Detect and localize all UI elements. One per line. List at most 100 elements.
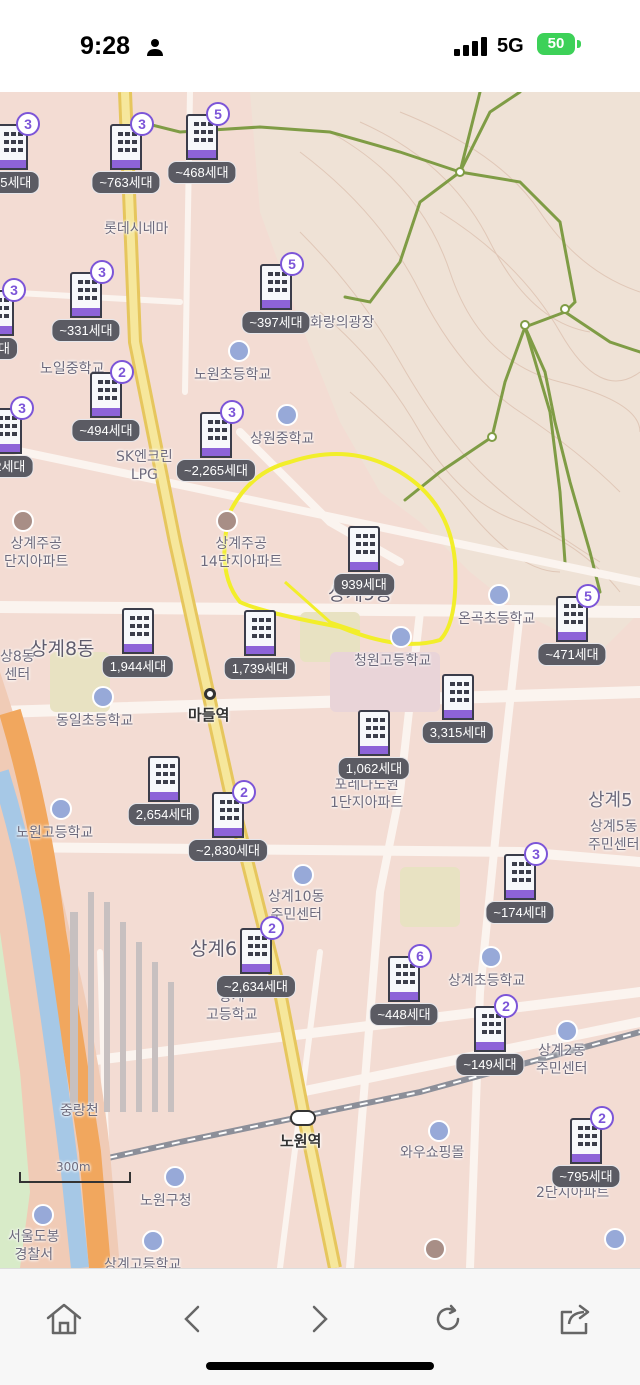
apartment-complex-marker[interactable]: 5 ~471세대 — [537, 584, 607, 676]
station-label-nowon[interactable]: 노원역 — [280, 1132, 321, 1150]
home-button[interactable] — [42, 1299, 86, 1339]
shopping-icon — [428, 1120, 450, 1142]
place-sanggye-14[interactable]: 상계주공 14단지아파트 — [200, 535, 282, 571]
apartment-complex-marker[interactable]: 2,654세대 — [127, 756, 201, 836]
place-sanggye-high-bottom[interactable]: 상계고등학교 — [104, 1256, 181, 1268]
building-icon — [348, 526, 380, 564]
complex-count-badge: 5 — [576, 584, 600, 608]
chevron-left-icon — [184, 1305, 200, 1333]
complex-count-badge: 2 — [110, 360, 134, 384]
back-button[interactable] — [170, 1299, 214, 1339]
household-count-label: 3,315세대 — [421, 721, 495, 744]
household-count-label: 세대 — [0, 337, 18, 360]
school-icon — [488, 584, 510, 606]
apartment-complex-marker[interactable]: 3 ~763세대 — [91, 112, 161, 204]
household-count-label: ~763세대 — [91, 171, 161, 194]
building-base — [70, 308, 102, 318]
chevron-right-icon — [312, 1305, 328, 1333]
district-label-sanggye8: 상계8동 — [30, 638, 95, 660]
forward-button[interactable] — [298, 1299, 342, 1339]
apartment-complex-marker[interactable]: 3 ~331세대 — [51, 260, 121, 352]
complex-count-badge: 3 — [524, 842, 548, 866]
building-base — [0, 160, 28, 170]
apartment-icon — [12, 510, 34, 532]
complex-count-badge: 3 — [90, 260, 114, 284]
apartment-complex-marker[interactable]: 3 세대 — [0, 278, 26, 370]
place-police[interactable]: 서울도봉 경찰서 — [8, 1228, 60, 1264]
building-base — [122, 644, 154, 654]
apartment-icon — [216, 510, 238, 532]
building-base — [474, 1042, 506, 1052]
office-icon — [164, 1166, 186, 1188]
station-marker-madeul[interactable] — [204, 688, 216, 700]
place-sanggye-left[interactable]: 상계주공 단지아파트 — [4, 535, 68, 571]
household-count-label: ~2,265세대 — [175, 459, 257, 482]
apartment-complex-marker[interactable]: 3,315세대 — [421, 674, 495, 754]
apartment-complex-marker[interactable]: 2 ~795세대 — [551, 1106, 621, 1198]
apartment-complex-marker[interactable]: 1,944세대 — [101, 608, 175, 688]
apartment-complex-marker[interactable]: 5 ~397세대 — [241, 252, 311, 344]
complex-count-badge: 2 — [232, 780, 256, 804]
apartment-icon — [424, 1238, 446, 1260]
place-sk-lpg[interactable]: SK엔크린 LPG — [116, 448, 173, 484]
complex-count-badge: 3 — [130, 112, 154, 136]
apartment-complex-marker[interactable]: 1,062세대 — [337, 710, 411, 790]
building-base — [358, 746, 390, 756]
building-base — [240, 964, 272, 974]
place-nowon-office[interactable]: 노원구청 — [140, 1192, 192, 1210]
place-sangwon-middle[interactable]: 상원중학교 — [250, 430, 314, 448]
household-count-label: 2,654세대 — [127, 803, 201, 826]
apartment-complex-marker[interactable]: 3 ~174세대 — [485, 842, 555, 934]
signal-icon — [454, 37, 487, 56]
building-base — [260, 300, 292, 310]
place-jungnangcheon[interactable]: 중랑천 — [60, 1102, 99, 1120]
share-button[interactable] — [554, 1299, 598, 1339]
network-type: 5G — [497, 35, 524, 57]
home-indicator — [206, 1362, 434, 1370]
apartment-complex-marker[interactable]: 2 ~2,634세대 — [215, 916, 297, 1008]
place-wow-mall[interactable]: 와우쇼핑몰 — [400, 1144, 464, 1162]
household-count-label: ~331세대 — [51, 319, 121, 342]
complex-count-badge: 3 — [2, 278, 26, 302]
apartment-complex-marker[interactable]: 3 ~5세대 — [0, 112, 40, 204]
building-icon — [148, 756, 180, 794]
place-sanggye2-center[interactable]: 상계2동 주민센터 — [536, 1042, 588, 1078]
place-dongil-elem[interactable]: 동일초등학교 — [56, 712, 133, 730]
apartment-complex-marker[interactable]: 2 ~494세대 — [71, 360, 141, 452]
apartment-complex-marker[interactable]: 939세대 — [333, 526, 395, 606]
complex-count-badge: 3 — [220, 400, 244, 424]
person-icon — [147, 39, 163, 56]
apartment-complex-marker[interactable]: 2 ~2,830세대 — [187, 780, 269, 872]
building-base — [244, 646, 276, 656]
place-sanggye5-center[interactable]: 상계5동 주민센터 — [588, 818, 640, 854]
building-base — [504, 890, 536, 900]
apartment-complex-marker[interactable]: 5 ~468세대 — [167, 102, 237, 194]
place-sanggye8-center[interactable]: 상8동 센터 — [0, 648, 35, 684]
apartment-complex-marker[interactable]: 1,739세대 — [223, 610, 297, 690]
school-icon — [480, 946, 502, 968]
place-nowon-high[interactable]: 노원고등학교 — [16, 824, 93, 842]
share-icon — [560, 1304, 590, 1335]
apartment-complex-marker[interactable]: 3 ~2세대 — [0, 396, 34, 488]
school-icon — [50, 798, 72, 820]
place-eungok-elem[interactable]: 온곡초등학교 — [458, 610, 535, 628]
place-plaza[interactable]: 화랑의광장 — [310, 314, 374, 332]
school-icon — [228, 340, 250, 362]
building-icon — [358, 710, 390, 748]
district-label-sanggye5: 상계5 — [588, 790, 633, 811]
place-cheongwon-high[interactable]: 청원고등학교 — [354, 652, 431, 670]
place-sanggye-elem[interactable]: 상계초등학교 — [448, 972, 525, 990]
apartment-complex-marker[interactable]: 6 ~448세대 — [369, 944, 439, 1036]
map-view[interactable]: 상계8동 상계9동 상계6 마들역 노원역 롯데시네마 화랑의광장 노일중학교 … — [0, 92, 640, 1268]
station-marker-nowon[interactable] — [290, 1110, 316, 1126]
place-nowon-elem[interactable]: 노원초등학교 — [194, 366, 271, 384]
apartment-complex-marker[interactable]: 2 ~149세대 — [455, 994, 525, 1086]
place-lotte-cinema[interactable]: 롯데시네마 — [104, 220, 168, 238]
school-icon — [142, 1230, 164, 1252]
household-count-label: ~397세대 — [241, 311, 311, 334]
reload-button[interactable] — [426, 1299, 470, 1339]
complex-count-badge: 2 — [494, 994, 518, 1018]
apartment-complex-marker[interactable]: 3 ~2,265세대 — [175, 400, 257, 492]
station-label-madeul[interactable]: 마들역 — [188, 706, 229, 724]
office-icon — [556, 1020, 578, 1042]
